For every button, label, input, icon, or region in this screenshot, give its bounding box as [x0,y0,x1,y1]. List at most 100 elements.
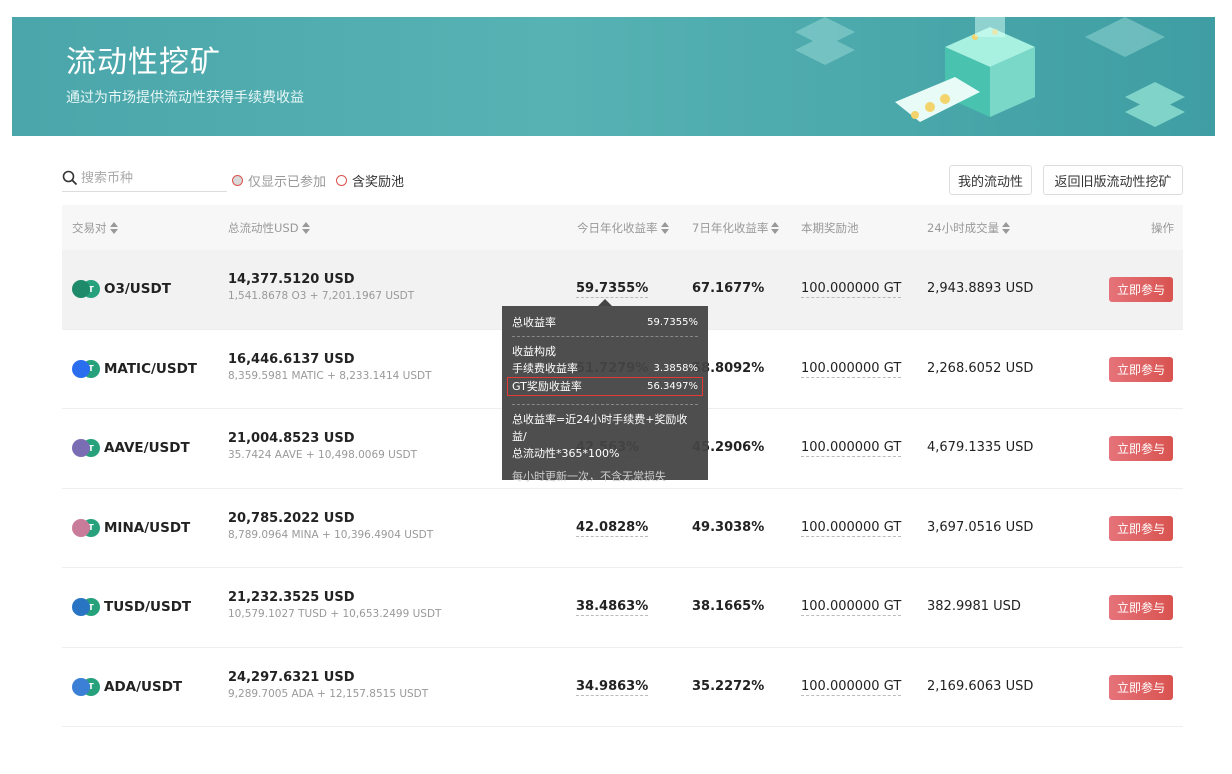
col-7d-apr[interactable]: 7日年化收益率 [692,220,780,236]
liquidity-cell: 21,004.8523 USD 35.7424 AAVE + 10,498.00… [228,431,417,461]
liquidity-cell: 20,785.2022 USD 8,789.0964 MINA + 10,396… [228,511,433,541]
col-today-apr[interactable]: 今日年化收益率 [577,220,670,236]
sort-icon[interactable] [301,222,311,234]
pair-name: TUSD/USDT [104,599,192,615]
liquidity-cell: 24,297.6321 USD 9,289.7005 ADA + 12,157.… [228,670,428,700]
banner: 流动性挖矿 通过为市场提供流动性获得手续费收益 [12,17,1215,136]
pair-cell[interactable]: T MATIC/USDT [72,359,197,379]
filter-joined-radio[interactable]: 仅显示已参加 [232,171,326,190]
ada-coin-icon [72,677,90,696]
search-icon [62,170,78,186]
volume-value: 382.9981 USD [927,599,1021,614]
pair-name: MINA/USDT [104,519,191,536]
join-button[interactable]: 立即参与 [1109,515,1173,541]
liquidity-detail: 35.7424 AAVE + 10,498.0069 USDT [228,449,418,461]
liquidity-detail: 10,579.1027 TUSD + 10,653.2499 USDT [228,608,442,620]
apr-7d-value: 35.2272% [692,678,765,694]
col-volume-label: 24小时成交量 [927,221,1000,235]
today-apr[interactable]: 59.7355% [576,281,649,298]
reward-pool[interactable]: 100.000000 GT [801,519,902,537]
pair-icons: T [72,438,102,458]
today-apr[interactable]: 38.4863% [576,599,649,616]
tt-composition: 收益构成 [512,343,698,360]
col-liquidity-label: 总流动性USD [228,221,299,235]
sort-icon[interactable] [660,222,670,234]
tt-total-value: 59.7355% [647,317,698,328]
table-header: 交易对 总流动性USD 今日年化收益率 7日年化收益率 本期奖励池 24小时成交… [62,205,1183,250]
col-liquidity[interactable]: 总流动性USD [228,220,311,236]
filter-toolbar: 仅显示已参加 含奖励池 我的流动性 返回旧版流动性挖矿 [62,165,1183,195]
apr-7d: 49.3038% [692,520,764,535]
liquidity-total: 21,232.3525 USD [228,590,355,605]
reward-pool[interactable]: 100.000000 GT [801,440,902,457]
pair-icons: T [72,359,102,379]
table-row: T TUSD/USDT 21,232.3525 USD 10,579.1027 … [62,568,1183,648]
sort-icon[interactable] [109,222,119,234]
aave-coin-icon [72,439,90,457]
today-apr[interactable]: 34.9863% [576,678,649,696]
tt-fee-label: 手续费收益率 [512,362,578,375]
join-button[interactable]: 立即参与 [1109,674,1173,700]
liquidity-cell: 16,446.6137 USD 8,359.5981 MATIC + 8,233… [228,352,432,382]
matic-coin-icon [72,359,90,378]
tt-note: 每小时更新一次，不含无常损失 [512,470,666,483]
mina-coin-icon [72,518,90,537]
banner-illustration [795,17,1185,127]
apr-7d: 38.1665% [692,599,764,614]
reward-pool-value: 100.000000 GT [801,599,902,616]
volume-value: 2,268.6052 USD [927,360,1034,376]
join-button[interactable]: 立即参与 [1109,595,1173,620]
apr-7d: 35.2272% [692,679,764,694]
search-input[interactable] [81,170,221,186]
tt-gt-value: 56.3497% [647,381,698,392]
apr-7d-value: 38.1665% [692,599,765,614]
volume-24h: 2,943.8893 USD [927,281,1033,296]
tt-total-row: 总收益率 59.7355% [512,314,698,331]
back-old-version-button[interactable]: 返回旧版流动性挖矿 [1043,165,1183,195]
my-liquidity-button[interactable]: 我的流动性 [949,165,1032,195]
page-subtitle: 通过为市场提供流动性获得手续费收益 [66,90,304,106]
volume-value: 4,679.1335 USD [927,440,1034,455]
search-box[interactable] [62,165,227,192]
pair-cell[interactable]: T O3/USDT [72,279,171,299]
volume-24h: 4,679.1335 USD [927,440,1033,455]
reward-pool[interactable]: 100.000000 GT [801,599,902,616]
col-pair[interactable]: 交易对 [72,220,119,236]
page-title: 流动性挖矿 [66,45,221,80]
join-button[interactable]: 立即参与 [1109,277,1173,302]
today-apr[interactable]: 42.0828% [576,519,649,537]
pair-cell[interactable]: T TUSD/USDT [72,597,191,617]
pair-icons: T [72,518,102,538]
pair-cell[interactable]: T AAVE/USDT [72,438,190,458]
join-button[interactable]: 立即参与 [1109,356,1173,382]
filter-reward-label: 含奖励池 [352,175,405,190]
col-action-label: 操作 [1151,221,1174,235]
liquidity-total: 21,004.8523 USD [228,431,355,446]
tt-gt-row: GT奖励收益率 56.3497% [507,377,703,396]
reward-pool[interactable]: 100.000000 GT [801,281,902,298]
reward-pool[interactable]: 100.000000 GT [801,360,902,378]
liquidity-cell: 14,377.5120 USD 1,541.8678 O3 + 7,201.19… [228,272,414,302]
sort-icon[interactable] [1002,222,1011,234]
divider [512,404,698,405]
reward-pool[interactable]: 100.000000 GT [801,678,902,696]
filter-reward-radio[interactable]: 含奖励池 [336,171,404,190]
pair-cell[interactable]: T MINA/USDT [72,518,190,538]
pair-cell[interactable]: T ADA/USDT [72,677,182,697]
liquidity-detail: 1,541.8678 O3 + 7,201.1967 USDT [228,290,415,302]
tt-formula-line1: 总收益率=近24小时手续费+奖励收益/ [512,413,688,443]
col-volume[interactable]: 24小时成交量 [927,220,1011,236]
join-button[interactable]: 立即参与 [1109,436,1173,461]
table-row: T MINA/USDT 20,785.2022 USD 8,789.0964 M… [62,489,1183,568]
tusd-coin-icon [72,598,90,616]
volume-24h: 2,169.6063 USD [927,679,1033,694]
apr-7d: 67.1677% [692,281,764,296]
divider [512,336,698,337]
col-action: 操作 [1151,220,1174,236]
liquidity-total: 16,446.6137 USD [228,351,355,367]
apr-7d-value: 67.1677% [692,281,765,296]
sort-icon[interactable] [771,222,780,234]
reward-pool-value: 100.000000 GT [801,678,902,696]
pair-name: ADA/USDT [104,678,183,695]
col-pair-label: 交易对 [72,221,107,235]
